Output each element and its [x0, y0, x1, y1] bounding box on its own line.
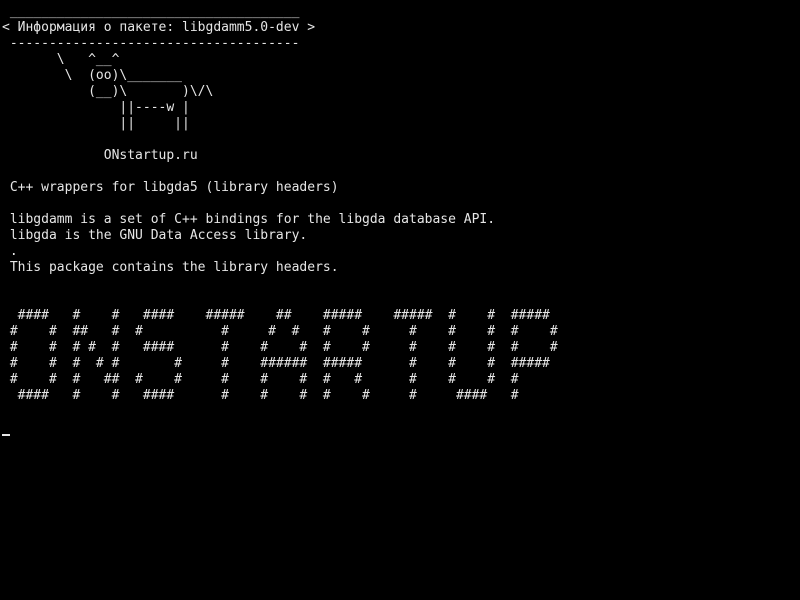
- banner-line-4: # # # # # # # ###### ##### # # # #####: [2, 356, 550, 371]
- cow-ascii-line-1: \ ^__^: [2, 52, 120, 67]
- text-cursor: [2, 434, 10, 436]
- package-description-line-1: libgdamm is a set of C++ bindings for th…: [2, 212, 496, 227]
- cow-ascii-line-3: (__)\ )\/\: [2, 84, 214, 99]
- cowsay-message: < Информация о пакете: libgdamm5.0-dev >: [2, 20, 316, 35]
- cowsay-top-border: _____________________________________: [2, 4, 300, 19]
- cow-ascii-line-4: ||----w |: [2, 100, 190, 115]
- banner-line-2: # # ## # # # # # # # # # # # #: [2, 324, 558, 339]
- banner-line-1: #### # # #### ##### ## ##### ##### # # #…: [2, 308, 550, 323]
- site-name: ONstartup.ru: [2, 148, 198, 163]
- prompt-line[interactable]: [2, 420, 800, 436]
- package-description-line-3: .: [2, 244, 18, 259]
- cow-ascii-line-5: || ||: [2, 116, 190, 131]
- cowsay-bottom-border: -------------------------------------: [2, 36, 300, 51]
- banner-line-3: # # # # # #### # # # # # # # # # #: [2, 340, 558, 355]
- cow-ascii-line-2: \ (oo)\_______: [2, 68, 183, 83]
- package-description-line-2: libgda is the GNU Data Access library.: [2, 228, 308, 243]
- package-summary: C++ wrappers for libgda5 (library header…: [2, 180, 339, 195]
- package-description-line-4: This package contains the library header…: [2, 260, 339, 275]
- banner-line-5: # # # ## # # # # # # # # # # #: [2, 372, 519, 387]
- terminal-screen[interactable]: _____________________________________ < …: [0, 0, 800, 600]
- banner-line-6: #### # # #### # # # # # # #### #: [2, 388, 519, 403]
